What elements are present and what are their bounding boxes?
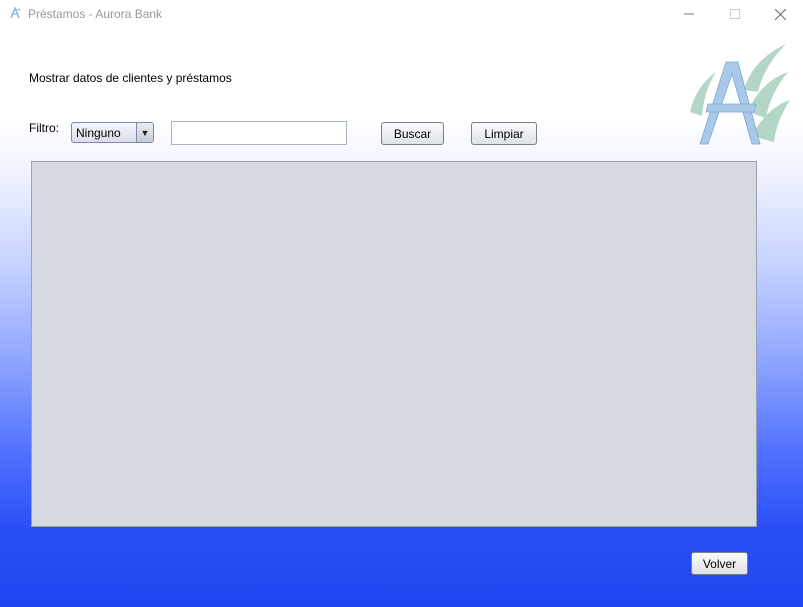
- results-table[interactable]: [31, 161, 757, 527]
- app-icon: [10, 7, 21, 19]
- aurora-bank-logo: [690, 44, 790, 145]
- back-button[interactable]: Volver: [691, 552, 748, 575]
- app-window: Préstamos - Aurora Bank Mostrar datos de…: [0, 0, 803, 607]
- maximize-button[interactable]: [712, 0, 758, 28]
- clear-button[interactable]: Limpiar: [471, 122, 537, 145]
- minimize-icon: [684, 13, 694, 15]
- filter-selected-value: Ninguno: [76, 125, 121, 140]
- filter-label: Filtro:: [29, 121, 59, 135]
- close-button[interactable]: [757, 0, 803, 28]
- title-bar: Préstamos - Aurora Bank: [0, 0, 803, 28]
- minimize-button[interactable]: [666, 0, 712, 28]
- window-title: Préstamos - Aurora Bank: [28, 7, 163, 21]
- filter-dropdown[interactable]: Ninguno ▼: [71, 122, 154, 143]
- close-icon: [774, 8, 786, 20]
- search-input[interactable]: [171, 121, 347, 145]
- search-button[interactable]: Buscar: [381, 122, 444, 145]
- dropdown-arrow-icon[interactable]: ▼: [136, 123, 153, 142]
- maximize-icon: [730, 9, 740, 19]
- page-heading: Mostrar datos de clientes y préstamos: [29, 71, 232, 85]
